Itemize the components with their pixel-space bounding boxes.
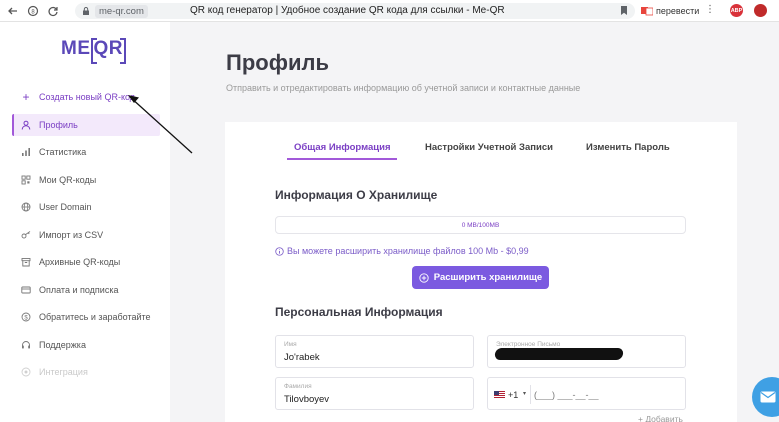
phone-divider (530, 385, 531, 404)
sidebar-item-label: User Domain (39, 202, 92, 212)
archive-icon (21, 257, 31, 267)
translate-label: перевести (656, 6, 700, 16)
tab-change-password[interactable]: Изменить Пароль (586, 142, 670, 153)
email-field[interactable]: Электронное Письмо (487, 335, 686, 368)
sidebar-item-archive[interactable]: Архивные QR-коды (12, 251, 160, 273)
logo[interactable]: ME QR (61, 38, 126, 64)
phone-country-code[interactable]: +1 (508, 390, 518, 400)
first-name-field[interactable]: Имя Jo'rabek (275, 335, 474, 368)
mail-icon (760, 391, 776, 403)
sidebar-item-label: Импорт из CSV (39, 230, 104, 240)
sidebar-item-my-qr[interactable]: Мои QR-коды (12, 169, 160, 191)
first-name-value: Jo'rabek (284, 352, 320, 363)
logo-qr: QR (90, 38, 126, 64)
translate-icon (641, 7, 653, 16)
storage-progress: 0 MB/100MB (275, 216, 686, 234)
profile-sync-icon[interactable]: 8 (26, 4, 40, 18)
headset-icon (21, 340, 31, 350)
active-tab-indicator (287, 158, 397, 160)
sidebar-item-label: Профиль (39, 120, 78, 130)
sidebar-item-label: Архивные QR-коды (39, 257, 121, 267)
phone-input[interactable] (534, 387, 634, 402)
annotation-arrow (128, 95, 193, 154)
dollar-icon: $ (21, 312, 31, 322)
tab-title: QR код генератор | Удобное создание QR к… (190, 5, 505, 16)
globe-icon (21, 202, 31, 212)
page-title: Профиль (226, 50, 329, 75)
info-icon (275, 246, 284, 256)
card-icon (21, 285, 31, 295)
sidebar-item-label: Оплата и подписка (39, 285, 119, 295)
sidebar-item-billing[interactable]: Оплата и подписка (12, 279, 160, 301)
key-icon (21, 230, 31, 240)
last-name-field[interactable]: Фамилия Tilovboyev (275, 377, 474, 410)
expand-storage-label: Расширить хранилище (433, 272, 543, 283)
tab-bar: Общая Информация Настройки Учетной Запис… (225, 122, 737, 162)
sidebar-item-label: Мои QR-коды (39, 175, 97, 185)
adblock-icon[interactable]: ABP (730, 4, 743, 17)
last-name-value: Tilovboyev (284, 394, 330, 405)
puzzle-icon (21, 367, 31, 377)
svg-text:8: 8 (31, 9, 35, 15)
expand-storage-button[interactable]: Расширить хранилище (412, 266, 549, 289)
address-host: me-qr.com (95, 4, 148, 18)
sidebar-item-label: Поддержка (39, 340, 86, 350)
sidebar-item-label: Интеграция (39, 367, 88, 377)
email-label: Электронное Письмо (496, 341, 561, 348)
storage-usage-text: 0 MB/100MB (461, 221, 500, 229)
personal-heading: Персональная Информация (275, 305, 443, 319)
qr-grid-icon (21, 175, 31, 185)
storage-note: Вы можете расширить хранилище файлов 100… (275, 246, 529, 256)
profile-card: Общая Информация Настройки Учетной Запис… (225, 122, 737, 422)
chat-button[interactable] (752, 377, 779, 417)
plus-circle-icon (419, 272, 429, 283)
page-subtitle: Отправить и отредактировать информацию о… (226, 83, 581, 93)
add-phone-link[interactable]: + Добавить (638, 414, 683, 422)
bar-chart-icon (21, 147, 31, 157)
phone-field[interactable]: +1 ▾ (487, 377, 686, 410)
back-icon[interactable] (6, 4, 20, 18)
sidebar-item-referral[interactable]: $ Обратитесь и заработайте (12, 306, 160, 328)
sidebar-item-label: Обратитесь и заработайте (39, 312, 151, 322)
avatar[interactable] (754, 4, 767, 17)
tab-account-settings[interactable]: Настройки Учетной Записи (425, 142, 553, 153)
sidebar-item-support[interactable]: Поддержка (12, 334, 160, 356)
first-name-label: Имя (284, 341, 297, 348)
sidebar-item-integration[interactable]: Интеграция (12, 361, 160, 383)
tab-general-info[interactable]: Общая Информация (294, 142, 391, 153)
reload-icon[interactable] (46, 4, 60, 18)
browser-toolbar: 8 me-qr.com QR код генератор | Удобное с… (0, 0, 779, 22)
storage-heading: Информация О Хранилище (275, 188, 438, 202)
logo-me: ME (61, 38, 91, 59)
sidebar: ME QR + Создать новый QR-код Профиль Ста… (0, 22, 170, 422)
us-flag-icon[interactable] (494, 391, 505, 398)
chevron-down-icon[interactable]: ▾ (523, 390, 526, 397)
redacted-email (494, 348, 624, 360)
plus-icon: + (22, 90, 30, 104)
sidebar-item-import-csv[interactable]: Импорт из CSV (12, 224, 160, 246)
bookmark-icon[interactable] (619, 5, 629, 16)
user-icon (21, 120, 31, 130)
sidebar-item-label: Статистика (39, 147, 87, 157)
storage-note-text: Вы можете расширить хранилище файлов 100… (287, 246, 529, 256)
translate-button[interactable]: перевести (641, 4, 699, 18)
more-icon[interactable]: ⋮ (705, 4, 715, 15)
address-bar[interactable]: me-qr.com QR код генератор | Удобное соз… (75, 3, 635, 19)
last-name-label: Фамилия (284, 383, 312, 390)
sidebar-item-user-domain[interactable]: User Domain (12, 196, 160, 218)
lock-icon (83, 7, 89, 15)
